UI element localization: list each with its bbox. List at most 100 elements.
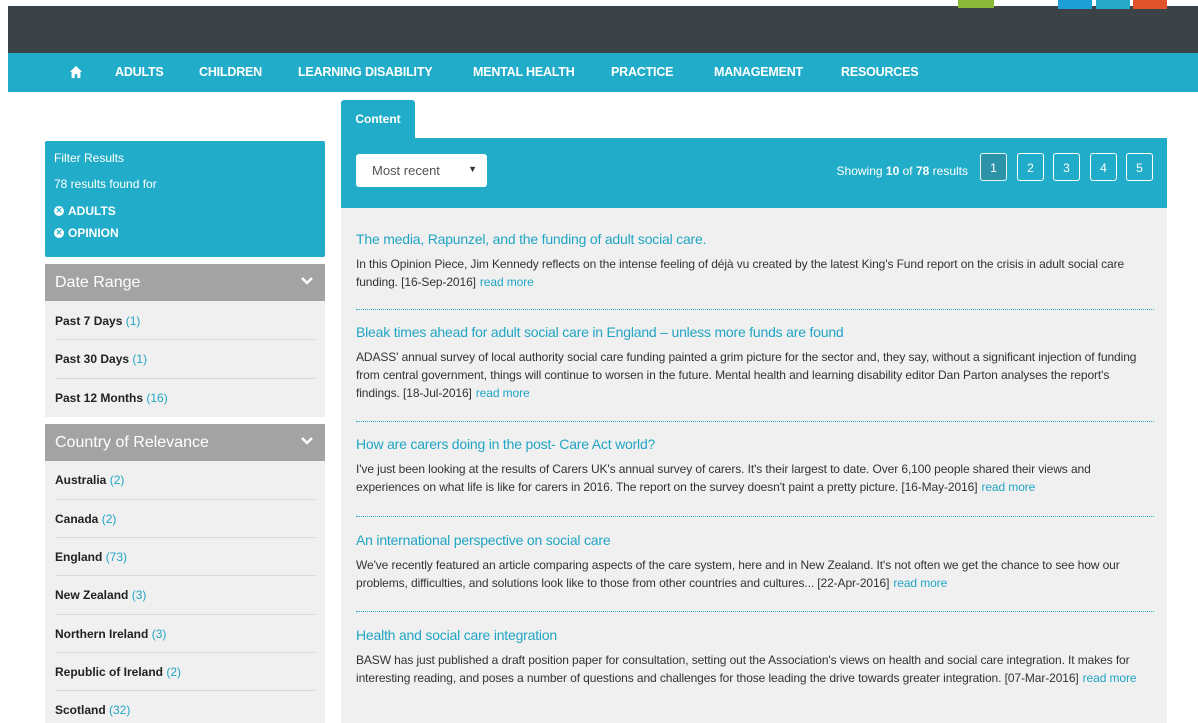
filter-results-panel: Filter Results 78 results found for ✕ AD…: [45, 141, 325, 257]
search-input[interactable]: [606, 0, 958, 5]
date-range-item-12-months[interactable]: Past 12 Months (16): [55, 391, 168, 405]
country-item-republic-of-ireland[interactable]: Republic of Ireland (2): [55, 665, 181, 679]
item-label: Northern Ireland: [55, 627, 149, 641]
page-button-5[interactable]: 5: [1126, 153, 1153, 181]
country-item-canada[interactable]: Canada (2): [55, 512, 116, 526]
article-summary: In this Opinion Piece, Jim Kennedy refle…: [356, 255, 1156, 291]
chevron-down-icon: [301, 437, 313, 445]
home-icon[interactable]: [69, 65, 83, 79]
date-range-item-30-days[interactable]: Past 30 Days (1): [55, 352, 147, 366]
divider: [356, 516, 1154, 517]
filter-title: Filter Results: [54, 151, 125, 165]
date-range-list: Past 7 Days (1) Past 30 Days (1) Past 12…: [45, 301, 325, 417]
search-button[interactable]: [958, 0, 994, 8]
read-more-link[interactable]: read more: [981, 480, 1035, 494]
article-summary: ADASS' annual survey of local authority …: [356, 348, 1156, 402]
divider: [55, 652, 315, 653]
item-label: Past 30 Days: [55, 352, 130, 366]
page-button-3[interactable]: 3: [1053, 153, 1080, 181]
item-count: (2): [109, 473, 125, 487]
nav-item-management[interactable]: MANAGEMENT: [714, 53, 803, 92]
read-more-link[interactable]: read more: [480, 275, 534, 289]
article-title-link[interactable]: An international perspective on social c…: [356, 532, 1156, 548]
divider: [55, 575, 315, 576]
country-item-northern-ireland[interactable]: Northern Ireland (3): [55, 627, 166, 641]
caret-down-icon: ▼: [468, 164, 477, 174]
filter-tag-label: ADULTS: [68, 204, 116, 218]
date-range-title: Date Range: [55, 274, 141, 291]
divider: [55, 378, 315, 379]
article-title-link[interactable]: Health and social care integration: [356, 627, 1156, 643]
country-item-england[interactable]: England (73): [55, 550, 127, 564]
list-item: How are carers doing in the post- Care A…: [356, 436, 1156, 496]
item-label: England: [55, 550, 103, 564]
item-count: (3): [151, 627, 167, 641]
item-label: Past 12 Months: [55, 391, 144, 405]
article-summary-text: BASW has just published a draft position…: [356, 653, 1130, 685]
social-link-1[interactable]: [1058, 0, 1092, 9]
item-label: Republic of Ireland: [55, 665, 164, 679]
divider: [55, 614, 315, 615]
nav-item-learning-disability[interactable]: LEARNING DISABILITY: [298, 53, 433, 92]
read-more-link[interactable]: read more: [1083, 671, 1137, 685]
social-link-2[interactable]: [1096, 0, 1130, 9]
list-item: Bleak times ahead for adult social care …: [356, 324, 1156, 402]
country-item-new-zealand[interactable]: New Zealand (3): [55, 588, 146, 602]
remove-icon[interactable]: ✕: [54, 206, 64, 216]
item-count: (16): [146, 391, 168, 405]
list-item: An international perspective on social c…: [356, 532, 1156, 592]
filter-tag-adults[interactable]: ✕ ADULTS: [54, 204, 116, 218]
page-button-4[interactable]: 4: [1090, 153, 1117, 181]
list-item: Health and social care integration BASW …: [356, 627, 1156, 687]
results-toolbar: Most recent ▼ Showing 10 of 78 results 1…: [341, 138, 1167, 208]
read-more-link[interactable]: read more: [476, 386, 530, 400]
date-range-header[interactable]: Date Range: [45, 264, 325, 301]
site-header: [8, 6, 1198, 53]
filter-tag-opinion[interactable]: ✕ OPINION: [54, 226, 119, 240]
country-item-scotland[interactable]: Scotland (32): [55, 703, 130, 717]
divider: [356, 611, 1154, 612]
nav-item-practice[interactable]: PRACTICE: [611, 53, 673, 92]
divider: [55, 690, 315, 691]
filter-tag-label: OPINION: [68, 226, 119, 240]
summary-suffix: results: [932, 164, 968, 178]
divider: [55, 339, 315, 340]
article-title-link[interactable]: How are carers doing in the post- Care A…: [356, 436, 1156, 452]
summary-count: 10: [885, 164, 900, 178]
divider: [55, 537, 315, 538]
article-summary: I've just been looking at the results of…: [356, 460, 1156, 496]
date-range-item-7-days[interactable]: Past 7 Days (1): [55, 314, 140, 328]
country-header[interactable]: Country of Relevance: [45, 424, 325, 461]
social-link-3[interactable]: [1133, 0, 1167, 9]
summary-of: of: [902, 164, 913, 178]
article-title-link[interactable]: Bleak times ahead for adult social care …: [356, 324, 1156, 340]
summary-total: 78: [915, 164, 930, 178]
item-count: (73): [105, 550, 128, 564]
item-count: (1): [125, 314, 141, 328]
page-button-2[interactable]: 2: [1017, 153, 1044, 181]
read-more-link[interactable]: read more: [893, 576, 947, 590]
nav-item-mental-health[interactable]: MENTAL HEALTH: [473, 53, 575, 92]
sort-select[interactable]: Most recent ▼: [356, 154, 487, 187]
item-count: (2): [101, 512, 117, 526]
list-item: The media, Rapunzel, and the funding of …: [356, 231, 1156, 291]
divider: [356, 421, 1154, 422]
tab-content[interactable]: Content: [341, 100, 415, 138]
article-summary-text: In this Opinion Piece, Jim Kennedy refle…: [356, 257, 1125, 289]
article-summary-text: ADASS' annual survey of local authority …: [356, 350, 1137, 400]
article-title-link[interactable]: The media, Rapunzel, and the funding of …: [356, 231, 1156, 247]
nav-item-children[interactable]: CHILDREN: [199, 53, 262, 92]
page-button-1[interactable]: 1: [980, 153, 1007, 181]
results-summary: Showing 10 of 78 results: [837, 164, 968, 178]
divider: [55, 499, 315, 500]
main-nav: ADULTS CHILDREN LEARNING DISABILITY MENT…: [8, 53, 1198, 92]
item-count: (32): [109, 703, 131, 717]
country-item-australia[interactable]: Australia (2): [55, 473, 124, 487]
article-summary: BASW has just published a draft position…: [356, 651, 1156, 687]
chevron-down-icon: [301, 277, 313, 285]
country-list: Australia (2) Canada (2) England (73) Ne…: [45, 461, 325, 723]
nav-item-adults[interactable]: ADULTS: [115, 53, 164, 92]
remove-icon[interactable]: ✕: [54, 228, 64, 238]
country-title: Country of Relevance: [55, 434, 209, 451]
nav-item-resources[interactable]: RESOURCES: [841, 53, 919, 92]
